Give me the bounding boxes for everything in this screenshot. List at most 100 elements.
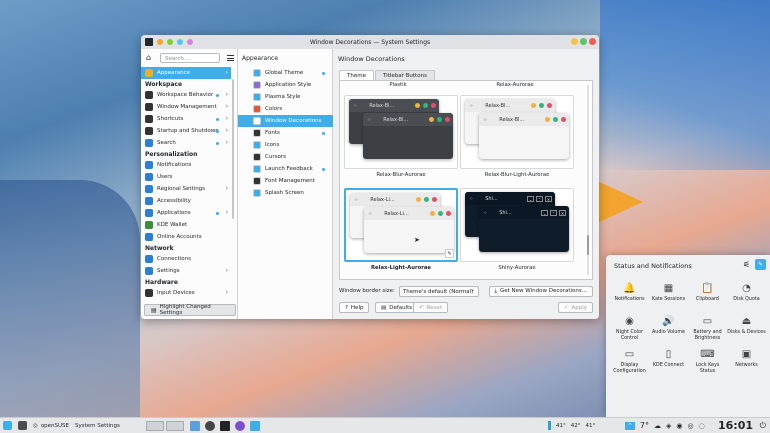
sidebar-item-startup-and-shutdown[interactable]: Startup and Shutdown › xyxy=(141,125,231,137)
maximize-button[interactable] xyxy=(580,38,587,45)
pager[interactable] xyxy=(143,418,187,433)
subcategory-item-global-theme[interactable]: Global Theme xyxy=(238,67,333,79)
temp-reading[interactable]: 41° xyxy=(586,423,596,429)
subcategory-item-splash-screen[interactable]: Splash Screen xyxy=(238,187,333,199)
pin-icon[interactable]: ✎ xyxy=(755,259,766,270)
defaults-button[interactable]: ▤ Defaults xyxy=(375,302,419,313)
titlebar[interactable]: Window Decorations — System Settings xyxy=(141,35,599,49)
get-new-decorations-button[interactable]: ⤓ Get New Window Decorations... xyxy=(488,285,593,297)
subcategory-item-cursors[interactable]: Cursors xyxy=(238,151,333,163)
edit-decoration-icon[interactable]: ✎ xyxy=(445,249,454,258)
tray-item-networks[interactable]: ▣ Networks xyxy=(727,347,766,380)
sidebar-item-settings[interactable]: Settings › xyxy=(141,265,231,277)
distro-menu[interactable]: ◎ openSUSE xyxy=(30,418,72,433)
subcategory-icon xyxy=(253,129,261,137)
tray-item-kde-connect[interactable]: ▯ KDE Connect xyxy=(649,347,688,380)
tray-item-display-configuration[interactable]: ▭ Display Configuration xyxy=(610,347,649,380)
category-icon xyxy=(145,127,153,135)
sidebar-item-kde-wallet[interactable]: KDE Wallet xyxy=(141,219,231,231)
sidebar-item-regional-settings[interactable]: Regional Settings › xyxy=(141,183,231,195)
apply-button[interactable]: ✓ Apply xyxy=(557,302,593,313)
sidebar-item-label: Startup and Shutdown xyxy=(157,128,219,134)
volume-icon[interactable]: ◉ xyxy=(676,422,682,430)
tray-item-lock-keys-status[interactable]: ⌨ Lock Keys Status xyxy=(688,347,727,380)
terminal-icon[interactable] xyxy=(219,420,230,431)
firefox-icon[interactable] xyxy=(234,420,245,431)
sidebar-item-input-devices[interactable]: Input Devices › xyxy=(141,287,231,299)
sidebar-item-accessibility[interactable]: Accessibility xyxy=(141,195,231,207)
tray-item-notifications[interactable]: 🔔 Notifications xyxy=(610,281,649,314)
sensor-icon[interactable] xyxy=(548,421,551,430)
sidebar-item-workspace-behavior[interactable]: Workspace Behavior › xyxy=(141,89,231,101)
configure-icon[interactable]: ⚟ xyxy=(743,260,750,269)
sidebar-item-connections[interactable]: Connections xyxy=(141,253,231,265)
tray-item-kate-sessions[interactable]: ▦ Kate Sessions xyxy=(649,281,688,314)
sidebar-item-search[interactable]: Search › xyxy=(141,137,231,149)
border-size-select[interactable]: Theme's default (Normal) xyxy=(398,285,479,297)
discover-icon[interactable] xyxy=(204,420,215,431)
sidebar-item-window-management[interactable]: Window Management › xyxy=(141,101,231,113)
decoration-card[interactable]: ⁘ Relax-Li... ⁘ Relax-Li... ✎ ➤ xyxy=(344,188,458,262)
help-button[interactable]: ? Help xyxy=(339,302,370,313)
subcategory-item-window-decorations[interactable]: Window Decorations xyxy=(238,115,333,127)
subcategory-item-launch-feedback[interactable]: Launch Feedback xyxy=(238,163,333,175)
minimize-button[interactable] xyxy=(571,38,578,45)
sidebar-item-notifications[interactable]: Notifications xyxy=(141,159,231,171)
night-color-control-icon: ◉ xyxy=(625,316,634,327)
tray-item-label: Disks & Devices xyxy=(727,330,766,335)
tray-item-disks-devices[interactable]: ⏏ Disks & Devices xyxy=(727,314,766,347)
tab-titlebar-buttons[interactable]: Titlebar Buttons xyxy=(374,70,435,80)
temp-reading[interactable]: 41° xyxy=(556,423,566,429)
tab-theme[interactable]: Theme xyxy=(339,70,374,80)
temp-reading[interactable]: 42° xyxy=(571,423,581,429)
subcategory-item-icons[interactable]: Icons xyxy=(238,139,333,151)
sidebar-item-online-accounts[interactable]: Online Accounts xyxy=(141,231,231,243)
sidebar-item-applications[interactable]: Applications › xyxy=(141,207,231,219)
home-icon[interactable]: ⌂ xyxy=(146,54,154,62)
settings-task-icon[interactable] xyxy=(249,420,260,431)
search-input[interactable]: Search... xyxy=(160,53,220,63)
network-icon[interactable]: ◎ xyxy=(687,422,693,430)
clock[interactable]: 16:01 xyxy=(718,419,753,432)
reset-button[interactable]: ↶ Reset xyxy=(413,302,448,313)
menu-icon[interactable] xyxy=(227,55,234,61)
decoration-card[interactable]: ⁘ Relax-Bl... ⁘ Relax-Bl... xyxy=(344,95,458,169)
tray-item-night-color-control[interactable]: ◉ Night Color Control xyxy=(610,314,649,347)
sidebar-item-shortcuts[interactable]: Shortcuts › xyxy=(141,113,231,125)
sidebar-item-users[interactable]: Users xyxy=(141,171,231,183)
tray-item-battery-and-brightness[interactable]: ▭ Battery and Brightness xyxy=(688,314,727,347)
sidebar-item-appearance[interactable]: Appearance › xyxy=(141,67,231,79)
tray-item-audio-volume[interactable]: 🔊 Audio Volume xyxy=(649,314,688,347)
decoration-card[interactable]: ⁘ Relax-Bl... ⁘ Relax-Bl... xyxy=(460,95,574,169)
notifications-icon[interactable]: ◌ xyxy=(699,422,705,430)
desktop-icon[interactable] xyxy=(15,418,30,433)
task-icons[interactable] xyxy=(187,418,263,433)
subcategory-item-fonts[interactable]: Fonts xyxy=(238,127,333,139)
app-launcher-icon[interactable] xyxy=(0,418,15,433)
tray-item-label: Disk Quota xyxy=(733,297,760,302)
tray-item-clipboard[interactable]: 📋 Clipboard xyxy=(688,281,727,314)
highlight-changed-button[interactable]: ▤ Highlight Changed Settings xyxy=(144,304,236,316)
decoration-card[interactable]: ⁘ Shi... ⌄ ⌃ ✕ ⁘ Shi... ⌄ ⌃ ✕ xyxy=(460,188,574,262)
weather-icon[interactable]: ☁ xyxy=(654,422,661,430)
subcategory-item-application-style[interactable]: Application Style xyxy=(238,79,333,91)
power-icon[interactable]: ⏻ xyxy=(757,418,769,433)
subcategory-list: Global Theme Application Style Plasma Styl… xyxy=(238,67,333,199)
weather-reading[interactable]: 7° xyxy=(640,421,649,430)
kde-connect-icon[interactable]: ◈ xyxy=(666,422,671,430)
tray-item-label: Night Color Control xyxy=(616,330,643,341)
preview-icon: ⁘ xyxy=(354,196,359,203)
close-button[interactable] xyxy=(589,38,596,45)
subcategory-item-plasma-style[interactable]: Plasma Style xyxy=(238,91,333,103)
display-configuration-icon: ▭ xyxy=(624,349,635,360)
subcategory-label: Global Theme xyxy=(265,70,304,76)
changed-dot xyxy=(322,131,325,135)
grid-scrollbar[interactable] xyxy=(587,85,589,275)
card-label: Shiny-Aurorae xyxy=(498,265,536,271)
tray-expand-icon[interactable]: ⌃ xyxy=(625,421,635,430)
tray-item-disk-quota[interactable]: ◔ Disk Quota xyxy=(727,281,766,314)
subcategory-item-font-management[interactable]: Font Management xyxy=(238,175,333,187)
sidebar-scrollbar[interactable] xyxy=(232,79,234,219)
subcategory-item-colors[interactable]: Colors xyxy=(238,103,333,115)
files-icon[interactable] xyxy=(189,420,200,431)
